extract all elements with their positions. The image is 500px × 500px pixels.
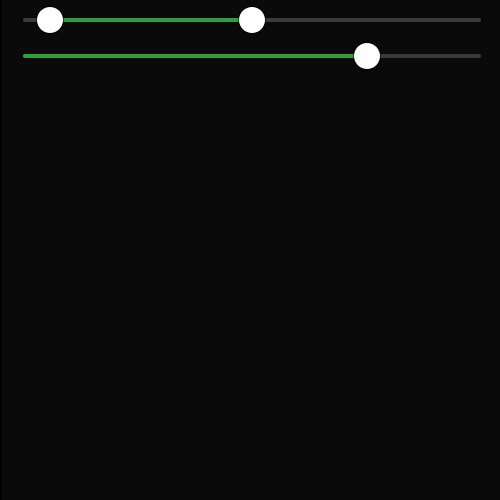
range-slider-thumb-high[interactable] <box>239 7 265 33</box>
value-slider[interactable] <box>23 41 481 71</box>
value-slider-fill <box>23 54 367 58</box>
range-slider[interactable] <box>23 5 481 35</box>
app-canvas <box>2 0 500 500</box>
range-slider-thumb-low[interactable] <box>37 7 64 33</box>
value-slider-thumb[interactable] <box>353 43 380 69</box>
range-slider-fill <box>50 18 252 22</box>
